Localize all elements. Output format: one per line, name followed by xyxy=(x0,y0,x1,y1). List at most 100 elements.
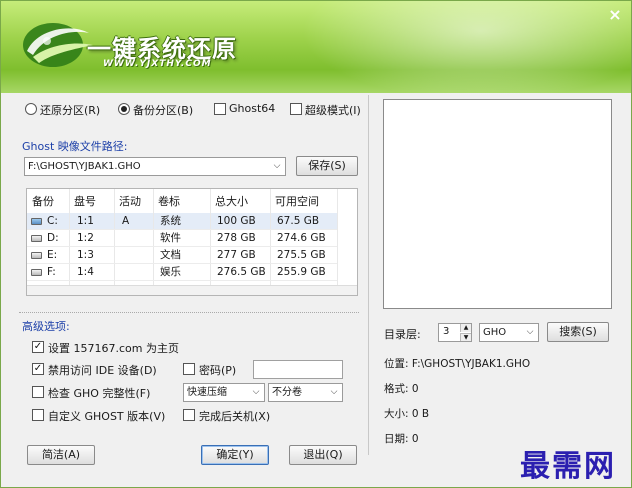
cell-drive: F: xyxy=(47,266,56,278)
chevron-down-icon[interactable]: ⌵ xyxy=(328,384,340,401)
restore-radio[interactable] xyxy=(25,103,37,115)
dir-level-spinner[interactable]: 3 ▲ ▼ xyxy=(438,323,472,342)
shutdown-label[interactable]: 完成后关机(X) xyxy=(199,408,270,424)
cell-label: 系统 xyxy=(160,215,181,227)
drive-icon xyxy=(31,235,42,242)
split-select[interactable]: 不分卷 ⌵ xyxy=(268,383,343,402)
table-row[interactable]: D: 1:2 软件 278 GB 274.6 GB xyxy=(27,230,337,247)
close-icon[interactable]: × xyxy=(607,7,623,23)
chevron-down-icon[interactable]: ⌵ xyxy=(250,384,262,401)
column-divider xyxy=(210,189,211,285)
dir-level-value: 3 xyxy=(443,326,450,337)
dir-level-label: 目录层: xyxy=(384,328,421,341)
super-mode-label[interactable]: 超级模式(I) xyxy=(305,102,361,118)
app-window: 一键系统还原 WWW.YJXTHY.COM × 还原分区(R) 备份分区(B) … xyxy=(0,0,632,488)
cell-active xyxy=(119,230,122,247)
homepage-checkbox[interactable]: ✓ xyxy=(32,341,44,353)
custom-ghost-checkbox[interactable] xyxy=(32,409,44,421)
format-info: 格式: 0 xyxy=(384,383,419,395)
col-header-disk: 盘号 xyxy=(74,195,96,208)
ghost64-checkbox[interactable] xyxy=(214,103,226,115)
chevron-down-icon[interactable]: ⌵ xyxy=(271,158,283,175)
super-mode-checkbox[interactable] xyxy=(290,103,302,115)
col-header-total: 总大小 xyxy=(215,195,248,208)
column-divider xyxy=(69,189,70,285)
cell-disk: 1:4 xyxy=(77,266,94,278)
horizontal-scrollbar[interactable] xyxy=(27,285,357,295)
homepage-label[interactable]: 设置 157167.com 为主页 xyxy=(48,340,179,356)
ghost-path-combo[interactable]: F:\GHOST\YJBAK1.GHO ⌵ xyxy=(24,157,286,176)
disable-ide-checkbox[interactable]: ✓ xyxy=(32,363,44,375)
password-checkbox[interactable] xyxy=(183,363,195,375)
cell-label: 文档 xyxy=(160,249,181,261)
app-url: WWW.YJXTHY.COM xyxy=(103,59,212,69)
cell-free: 274.6 GB xyxy=(277,232,326,244)
ghost-path-value: F:\GHOST\YJBAK1.GHO xyxy=(28,161,141,172)
exit-button[interactable]: 退出(Q) xyxy=(289,445,357,465)
cell-active xyxy=(119,264,122,281)
cell-active xyxy=(119,247,122,264)
cell-total: 276.5 GB xyxy=(217,266,266,278)
col-header-free: 可用空间 xyxy=(275,195,319,208)
ghost-path-label: Ghost 映像文件路径: xyxy=(22,140,128,153)
cell-disk: 1:2 xyxy=(77,232,94,244)
column-divider xyxy=(337,189,338,285)
cell-total: 100 GB xyxy=(217,215,256,227)
cell-disk: 1:3 xyxy=(77,249,94,261)
check-gho-label[interactable]: 检查 GHO 完整性(F) xyxy=(48,385,150,401)
backup-label[interactable]: 备份分区(B) xyxy=(133,102,193,118)
column-divider xyxy=(270,189,271,285)
size-info: 大小: 0 B xyxy=(384,408,430,420)
disable-ide-label[interactable]: 禁用访问 IDE 设备(D) xyxy=(48,362,157,378)
header-glow xyxy=(301,1,631,101)
section-divider xyxy=(19,312,359,313)
ok-button[interactable]: 确定(Y) xyxy=(201,445,269,465)
check-gho-checkbox[interactable] xyxy=(32,386,44,398)
drive-icon xyxy=(31,252,42,259)
table-row[interactable]: C: 1:1 A 系统 100 GB 67.5 GB xyxy=(27,213,337,230)
cell-drive: C: xyxy=(47,215,58,227)
extension-value: GHO xyxy=(483,327,507,338)
compression-value: 快速压缩 xyxy=(187,387,227,398)
password-label[interactable]: 密码(P) xyxy=(199,362,236,378)
cell-free: 275.5 GB xyxy=(277,249,326,261)
split-value: 不分卷 xyxy=(272,387,302,398)
spin-up-icon[interactable]: ▲ xyxy=(460,324,471,332)
compression-select[interactable]: 快速压缩 ⌵ xyxy=(183,383,265,402)
ghost64-label[interactable]: Ghost64 xyxy=(229,102,275,115)
restore-label[interactable]: 还原分区(R) xyxy=(40,102,100,118)
cell-active: A xyxy=(122,215,130,227)
backup-radio[interactable] xyxy=(118,103,130,115)
partition-table[interactable]: 备份 盘号 活动 卷标 总大小 可用空间 C: 1:1 A 系统 100 GB … xyxy=(26,188,358,296)
advanced-title: 高级选项: xyxy=(22,320,70,333)
row-divider xyxy=(27,229,337,230)
chevron-down-icon[interactable]: ⌵ xyxy=(524,324,536,341)
column-divider xyxy=(114,189,115,285)
table-row[interactable]: E: 1:3 文档 277 GB 275.5 GB xyxy=(27,247,337,264)
drive-icon xyxy=(31,218,42,225)
row-divider xyxy=(27,263,337,264)
custom-ghost-label[interactable]: 自定义 GHOST 版本(V) xyxy=(48,408,165,424)
header-banner: 一键系统还原 WWW.YJXTHY.COM × xyxy=(1,1,631,101)
col-header-label: 卷标 xyxy=(158,195,180,208)
cell-label: 软件 xyxy=(160,232,181,244)
simple-button[interactable]: 简洁(A) xyxy=(27,445,95,465)
cell-drive: E: xyxy=(47,249,58,261)
col-header-backup: 备份 xyxy=(32,195,54,208)
row-divider xyxy=(27,280,337,281)
drive-icon xyxy=(31,269,42,276)
shutdown-checkbox[interactable] xyxy=(183,409,195,421)
column-divider xyxy=(153,189,154,285)
table-row[interactable]: F: 1:4 娱乐 276.5 GB 255.9 GB xyxy=(27,264,337,281)
spin-down-icon[interactable]: ▼ xyxy=(460,333,471,341)
date-info: 日期: 0 xyxy=(384,433,419,445)
search-button[interactable]: 搜索(S) xyxy=(547,322,609,342)
password-field[interactable] xyxy=(253,360,343,379)
cell-label: 娱乐 xyxy=(160,266,181,278)
row-divider xyxy=(27,246,337,247)
extension-select[interactable]: GHO ⌵ xyxy=(479,323,539,342)
cell-free: 255.9 GB xyxy=(277,266,326,278)
save-button[interactable]: 保存(S) xyxy=(296,156,358,176)
watermark-text: 最需网 xyxy=(520,449,616,484)
cell-drive: D: xyxy=(47,232,59,244)
